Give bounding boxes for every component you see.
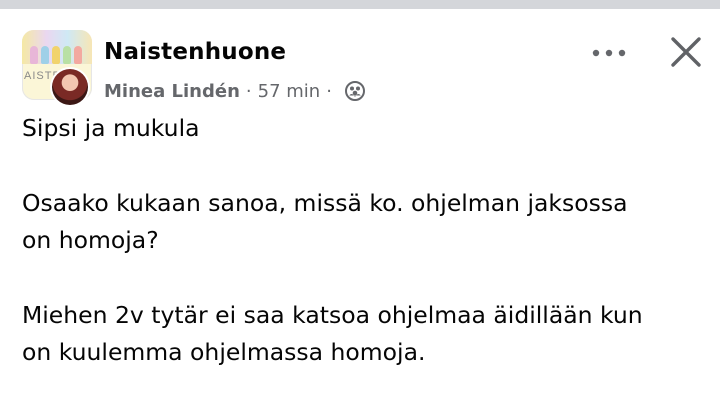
figure-icon [41, 46, 49, 64]
post-text: Sipsi ja mukula Osaako kukaan sanoa, mis… [22, 110, 702, 372]
more-options-icon [592, 49, 626, 57]
meta-separator: · [326, 80, 332, 102]
post-paragraph: Osaako kukaan sanoa, missä ko. ohjelman … [22, 188, 628, 255]
figure-icon [52, 46, 60, 64]
close-icon [671, 37, 701, 67]
post-header: AISTE Naistenhuone Minea Lindén · 57 min… [0, 9, 720, 109]
author-name[interactable]: Minea Lindén [104, 81, 240, 102]
top-divider [0, 0, 720, 9]
post-meta: Minea Lindén · 57 min · [104, 79, 366, 103]
group-members-icon[interactable] [344, 80, 366, 102]
figure-icon [30, 46, 38, 64]
group-name[interactable]: Naistenhuone [104, 39, 286, 65]
more-options-button[interactable] [588, 37, 630, 69]
post-time[interactable]: 57 min [258, 81, 321, 102]
figure-icon [74, 46, 82, 64]
author-avatar[interactable] [50, 67, 90, 107]
post-paragraph: Sipsi ja mukula [22, 114, 200, 142]
figure-icon [63, 46, 71, 64]
close-button[interactable] [664, 30, 708, 74]
author-photo [52, 69, 88, 105]
post-paragraph: Miehen 2v tytär ei saa katsoa ohjelmaa ä… [22, 300, 643, 367]
meta-separator: · [245, 80, 252, 102]
